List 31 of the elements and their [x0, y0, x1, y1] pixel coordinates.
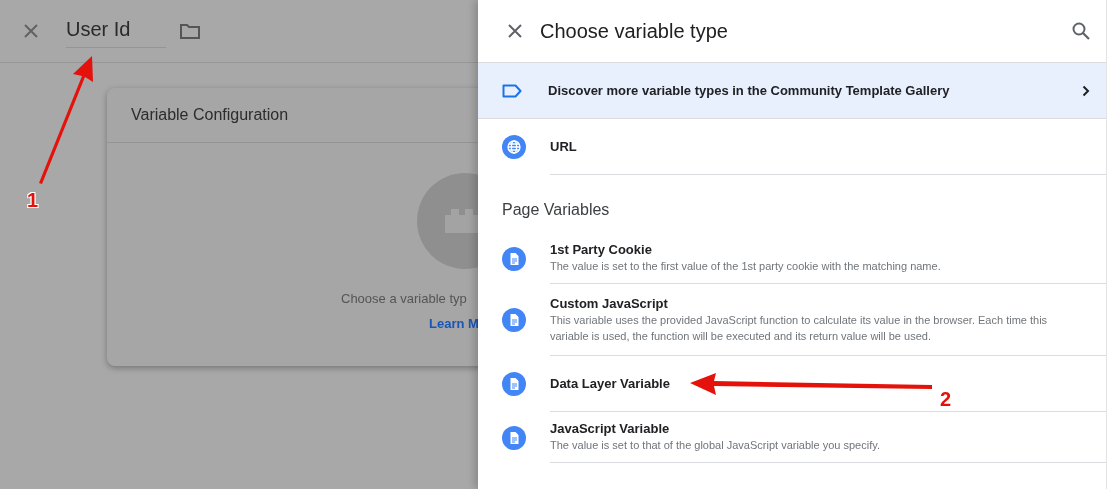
- variable-type-title: 1st Party Cookie: [550, 242, 652, 257]
- gallery-banner[interactable]: Discover more variable types in the Community Template Gallery: [478, 63, 1106, 119]
- variable-type-title: JavaScript Variable: [550, 421, 670, 436]
- variable-type-item[interactable]: 1st Party Cookie The value is set to the first value of the 1st party cookie with the matching name.: [478, 233, 1106, 284]
- variable-type-title: Custom JavaScript: [550, 295, 668, 311]
- chevron-right-icon: [1082, 84, 1090, 97]
- name-field[interactable]: User Id: [66, 14, 166, 48]
- section-title: Page Variables: [501, 200, 611, 220]
- brick-icon: [445, 209, 478, 233]
- annotation-label: 1: [27, 189, 39, 212]
- document-icon: [502, 308, 526, 332]
- globe-icon: [502, 135, 526, 159]
- tag-icon: [502, 83, 522, 98]
- search-icon[interactable]: [1072, 22, 1090, 40]
- annotation-label: 2: [940, 388, 952, 411]
- hint-text: Choose a variable typ: [341, 291, 468, 306]
- variable-type-description: The value is set to that of the global JavaScript variable you specify.: [550, 438, 881, 453]
- close-icon: [23, 23, 39, 39]
- banner-text: Discover more variable types in the Community Template Gallery: [548, 83, 951, 98]
- variable-type-description: The value is set to the first value of the 1st party cookie with the matching name.: [550, 259, 942, 274]
- drawer-title: Choose variable type: [540, 19, 729, 43]
- variable-type-item[interactable]: JavaScript Variable The value is set to that of the global JavaScript variable you specify.: [478, 412, 1106, 463]
- close-icon: [507, 23, 523, 39]
- variable-type-title: URL: [550, 139, 577, 154]
- document-icon: [502, 372, 526, 396]
- document-icon: [502, 425, 526, 450]
- variable-type-description: This variable uses the provided JavaScript function to calculate its value in the browser. Each time this variable is used, the function will be executed and its return value will be used.: [550, 312, 1049, 344]
- folder-icon[interactable]: [180, 23, 200, 39]
- variable-type-title: Data Layer Variable: [550, 376, 670, 391]
- document-icon: [502, 246, 526, 271]
- variable-type-item[interactable]: URL: [478, 119, 1106, 175]
